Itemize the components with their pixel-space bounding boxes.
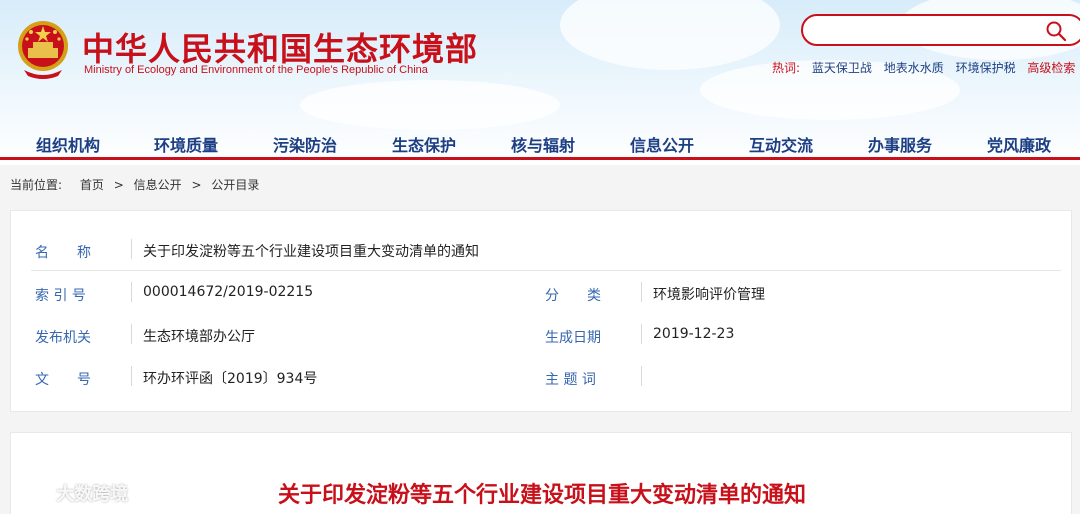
national-emblem-icon[interactable] xyxy=(14,18,72,80)
nav-item-nuclear-radiation[interactable]: 核与辐射 xyxy=(511,132,575,156)
search-icon[interactable] xyxy=(1045,20,1067,42)
nav-item-organization[interactable]: 组织机构 xyxy=(36,132,100,156)
info-row-docno: 文 号 环办环评函〔2019〕934号 主 题 词 xyxy=(31,356,1061,398)
field-divider xyxy=(131,366,132,386)
info-row-issuer: 发布机关 生态环境部办公厅 生成日期 2019-12-23 xyxy=(31,314,1061,356)
document-title: 关于印发淀粉等五个行业建设项目重大变动清单的通知 xyxy=(277,483,806,508)
breadcrumb-catalog[interactable]: 公开目录 xyxy=(211,178,259,192)
breadcrumb-separator: > xyxy=(113,178,124,192)
docno-value: 环办环评函〔2019〕934号 xyxy=(143,371,318,387)
nav-item-environment-quality[interactable]: 环境质量 xyxy=(154,132,218,156)
hotword-link[interactable]: 环境保护税 xyxy=(956,61,1016,75)
field-divider xyxy=(641,282,642,302)
site-header: 中华人民共和国生态环境部 Ministry of Ecology and Env… xyxy=(0,0,1080,165)
date-label: 生成日期 xyxy=(545,330,601,346)
info-row-name: 名 称 关于印发淀粉等五个行业建设项目重大变动清单的通知 xyxy=(31,229,1061,271)
nav-item-information-disclosure[interactable]: 信息公开 xyxy=(630,132,694,156)
name-value: 关于印发淀粉等五个行业建设项目重大变动清单的通知 xyxy=(143,244,479,260)
index-value: 000014672/2019-02215 xyxy=(143,284,314,300)
nav-item-pollution-control[interactable]: 污染防治 xyxy=(273,132,337,156)
field-divider xyxy=(131,324,132,344)
breadcrumb: 当前位置: 首页 > 信息公开 > 公开目录 xyxy=(10,176,259,193)
issuer-label: 发布机关 xyxy=(35,330,91,346)
document-body: 关于印发淀粉等五个行业建设项目重大变动清单的通知 xyxy=(10,432,1072,514)
advanced-search-link[interactable]: 高级检索 xyxy=(1027,61,1075,75)
search-input[interactable] xyxy=(801,14,1080,46)
issuer-value: 生态环境部办公厅 xyxy=(143,329,255,345)
field-divider xyxy=(641,366,642,386)
watermark: 大数跨境 xyxy=(10,480,128,506)
index-label: 索 引 号 xyxy=(35,288,86,304)
hotwords-label: 热词: xyxy=(772,61,801,75)
field-divider xyxy=(131,282,132,302)
breadcrumb-home[interactable]: 首页 xyxy=(80,178,104,192)
hotwords-bar: 热词: 蓝天保卫战 地表水水质 环境保护税 高级检索 xyxy=(772,59,1075,76)
info-row-index: 索 引 号 000014672/2019-02215 分 类 环境影响评价管理 xyxy=(31,272,1061,314)
breadcrumb-info-disclosure[interactable]: 信息公开 xyxy=(134,178,182,192)
field-divider xyxy=(131,239,132,259)
breadcrumb-label: 当前位置: xyxy=(10,178,63,192)
date-value: 2019-12-23 xyxy=(653,326,735,342)
main-nav: 组织机构 环境质量 污染防治 生态保护 核与辐射 信息公开 互动交流 办事服务 … xyxy=(0,128,1080,160)
hotword-link[interactable]: 蓝天保卫战 xyxy=(812,61,872,75)
watermark-text: 大数跨境 xyxy=(56,484,129,505)
subject-label: 主 题 词 xyxy=(545,372,596,388)
nav-item-services[interactable]: 办事服务 xyxy=(868,132,932,156)
name-label: 名 称 xyxy=(35,245,91,261)
docno-label: 文 号 xyxy=(35,372,91,388)
nav-item-integrity[interactable]: 党风廉政 xyxy=(987,132,1051,156)
category-value: 环境影响评价管理 xyxy=(653,287,765,303)
field-divider xyxy=(641,324,642,344)
watermark-logo-icon xyxy=(11,487,48,503)
nav-item-interaction[interactable]: 互动交流 xyxy=(749,132,813,156)
nav-item-ecological-protection[interactable]: 生态保护 xyxy=(392,132,456,156)
document-info-panel: 名 称 关于印发淀粉等五个行业建设项目重大变动清单的通知 索 引 号 00001… xyxy=(10,210,1072,412)
breadcrumb-separator: > xyxy=(191,178,202,192)
site-subtitle[interactable]: Ministry of Ecology and Environment of t… xyxy=(84,64,428,76)
hotword-link[interactable]: 地表水水质 xyxy=(884,61,944,75)
category-label: 分 类 xyxy=(545,288,601,304)
